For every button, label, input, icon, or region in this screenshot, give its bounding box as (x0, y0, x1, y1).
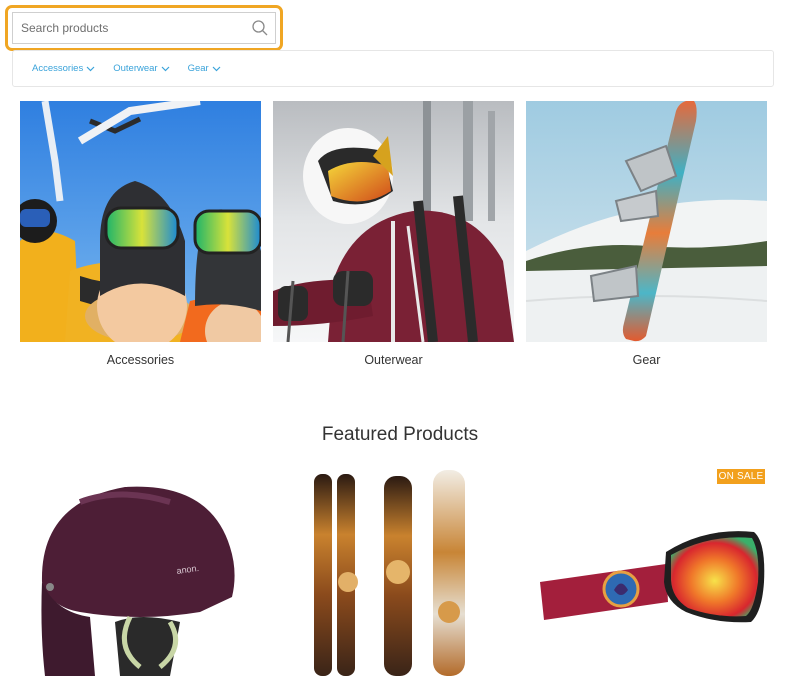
category-label-outerwear[interactable]: Outerwear (273, 353, 514, 367)
sale-badge: ON SALE (717, 469, 765, 484)
nav-item-outerwear[interactable]: Outerwear (113, 63, 170, 74)
product-image-helmet[interactable]: anon. (20, 462, 261, 676)
nav-item-label: Gear (187, 63, 209, 74)
featured-products-heading: Featured Products (321, 424, 479, 445)
search-input[interactable] (13, 13, 243, 43)
chevron-down-icon (86, 66, 95, 72)
category-label-accessories[interactable]: Accessories (20, 353, 261, 367)
category-image-accessories[interactable] (20, 101, 261, 342)
chevron-down-icon (212, 66, 221, 72)
category-image-outerwear[interactable] (273, 101, 514, 342)
category-label-gear[interactable]: Gear (526, 353, 767, 367)
search-icon[interactable] (251, 19, 269, 37)
product-image-skis[interactable] (276, 462, 517, 676)
search-box[interactable] (12, 12, 276, 44)
category-nav-bar: Accessories Outerwear Gear (12, 50, 774, 87)
nav-item-label: Accessories (32, 63, 84, 74)
nav-item-gear[interactable]: Gear (188, 63, 221, 74)
category-image-gear[interactable] (526, 101, 767, 342)
product-image-goggles[interactable] (526, 462, 767, 676)
nav-item-label: Outerwear (113, 63, 158, 74)
chevron-down-icon (161, 66, 170, 72)
nav-item-accessories[interactable]: Accessories (32, 63, 95, 74)
